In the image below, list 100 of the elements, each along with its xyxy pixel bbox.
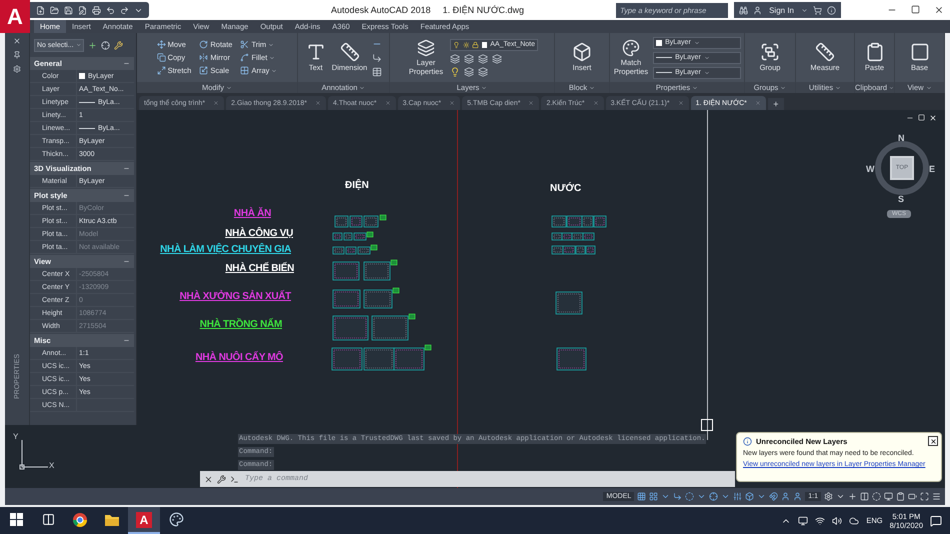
axis-label: Y <box>13 432 18 441</box>
magnet-icon[interactable] <box>769 492 778 501</box>
ucs-axes-icon <box>19 439 49 471</box>
polar-icon[interactable] <box>685 492 694 501</box>
close-icon[interactable] <box>934 5 944 15</box>
grid-icon <box>240 66 250 75</box>
save-icon[interactable] <box>64 6 73 14</box>
rotate-icon <box>199 40 208 49</box>
close-icon <box>213 100 220 106</box>
app-logo[interactable]: A <box>0 0 30 33</box>
caret-icon <box>269 54 276 60</box>
caret-icon[interactable] <box>661 492 670 501</box>
prompt-icon[interactable] <box>230 474 239 484</box>
caret-icon <box>835 84 842 90</box>
snap-icon[interactable] <box>649 492 658 501</box>
maximize-icon[interactable] <box>911 5 920 14</box>
caret-icon[interactable] <box>757 492 766 501</box>
plus-icon[interactable] <box>848 492 857 501</box>
cube-icon[interactable] <box>745 492 754 501</box>
sliders-icon[interactable] <box>733 492 742 501</box>
close-icon[interactable] <box>204 474 213 484</box>
grid-icon[interactable] <box>637 492 646 501</box>
print-icon[interactable] <box>92 6 101 14</box>
settings-icon[interactable] <box>13 65 21 73</box>
monitor-icon[interactable] <box>884 492 893 501</box>
caret-icon[interactable] <box>721 492 730 501</box>
caret-icon <box>481 84 488 90</box>
new-file-icon[interactable] <box>36 6 45 14</box>
clipboard-icon[interactable] <box>896 492 905 501</box>
save-as-icon[interactable] <box>78 6 87 14</box>
add-icon[interactable] <box>88 40 97 50</box>
binoculars-icon[interactable] <box>739 6 748 14</box>
collapse-icon <box>123 337 130 344</box>
move-icon <box>156 40 166 49</box>
windows-start-icon[interactable] <box>10 513 22 526</box>
building-label: NHÀ LÀM VIỆC CHUYÊN GIA <box>160 244 291 255</box>
quick-select-icon[interactable] <box>114 40 123 50</box>
building-label: NHÀ CHẾ BIẾN <box>225 263 294 274</box>
close-icon <box>384 100 391 106</box>
undo-icon[interactable] <box>106 6 115 14</box>
monitor-icon[interactable] <box>798 516 808 526</box>
crosshair-icon[interactable] <box>709 492 718 501</box>
browser-icon <box>72 512 88 528</box>
caret-icon[interactable] <box>836 492 845 501</box>
speaker-icon[interactable] <box>832 516 842 526</box>
building-label: NHÀ ĂN <box>234 208 271 219</box>
restore-icon[interactable] <box>918 114 925 121</box>
column-heading: NƯỚC <box>550 183 582 194</box>
gear-icon[interactable] <box>824 492 833 501</box>
ortho-icon[interactable] <box>673 492 682 501</box>
pin-icon[interactable] <box>13 51 21 59</box>
user-icon[interactable] <box>753 6 762 14</box>
close-button[interactable] <box>928 436 938 446</box>
isolate-icon[interactable] <box>872 492 881 501</box>
new-tab-button[interactable]: + <box>768 98 784 110</box>
compass-label: S <box>898 194 904 204</box>
sign-in-button[interactable]: Sign In <box>767 6 796 14</box>
lock-icon <box>472 40 480 48</box>
wrench-icon[interactable] <box>217 474 226 484</box>
caret-icon <box>76 42 81 48</box>
taskbar-app[interactable]: A <box>128 507 160 534</box>
cursor-box <box>701 419 713 431</box>
task-view-icon[interactable] <box>42 513 54 526</box>
caret-icon[interactable] <box>697 492 706 501</box>
scale-icon <box>199 66 208 75</box>
close-icon <box>449 100 456 106</box>
compass-label: E <box>929 164 936 174</box>
close-icon <box>528 100 534 106</box>
caret-icon <box>268 42 274 48</box>
building-label: NHÀ CÔNG VỤ <box>225 228 293 239</box>
mirror-icon <box>199 53 208 62</box>
fullscreen-icon[interactable] <box>920 492 929 501</box>
copy-icon <box>156 53 166 62</box>
close-icon <box>678 100 684 106</box>
color-swatch <box>79 73 85 79</box>
select-icon[interactable] <box>101 40 110 50</box>
collapse-icon <box>123 60 130 67</box>
person-icon[interactable] <box>781 492 790 501</box>
caret-icon <box>780 84 786 90</box>
cloud-icon[interactable] <box>849 516 860 526</box>
wifi-icon[interactable] <box>815 516 826 526</box>
collapse-icon <box>123 165 130 172</box>
folder-icon <box>104 512 120 526</box>
compass-label: N <box>898 133 904 143</box>
help-icon[interactable] <box>827 6 836 14</box>
caret-icon <box>801 6 808 14</box>
folder-icon[interactable] <box>50 6 59 14</box>
notifications-icon[interactable] <box>930 514 942 526</box>
columns-icon[interactable] <box>860 492 869 501</box>
person-icon[interactable] <box>793 492 802 501</box>
close-icon <box>315 100 322 106</box>
menu-icon[interactable] <box>932 492 941 501</box>
close-icon <box>592 100 599 106</box>
caret-icon <box>926 84 932 90</box>
bulb-icon <box>450 66 460 76</box>
caret-icon <box>226 84 232 90</box>
cart-icon[interactable] <box>813 6 822 14</box>
table-icon <box>372 66 382 76</box>
redo-icon[interactable] <box>120 6 129 14</box>
building-label: NHÀ NUÔI CẤY MÔ <box>195 352 283 363</box>
